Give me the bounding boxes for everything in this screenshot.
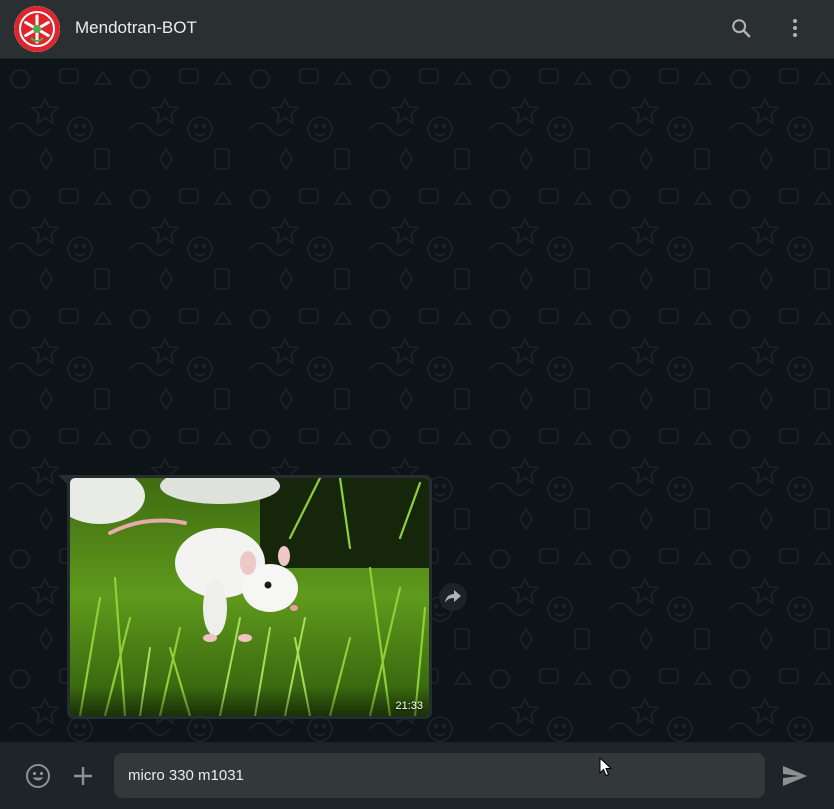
message-image[interactable]: 21:33 — [70, 478, 429, 716]
composer — [0, 742, 834, 809]
mendotran-logo-icon — [14, 6, 60, 52]
message-pane: 21:33 — [0, 59, 834, 742]
message-input-box[interactable] — [114, 753, 765, 798]
forward-button[interactable] — [439, 583, 467, 611]
search-icon — [732, 19, 751, 38]
mouse-cursor-icon — [599, 757, 613, 777]
chat-window: Mendotran-BOT 21:33 micro 330 m1031 — [0, 0, 834, 809]
message-time: 21:33 — [395, 700, 423, 712]
chat-header: Mendotran-BOT — [0, 0, 834, 59]
send-button[interactable] — [780, 761, 810, 791]
emoji-button[interactable] — [23, 761, 53, 791]
kebab-menu-icon — [793, 19, 797, 37]
attach-button[interactable] — [68, 761, 98, 791]
plus-icon — [74, 767, 92, 785]
image-message-bubble[interactable]: 21:33 — [67, 475, 432, 719]
menu-button[interactable] — [779, 12, 811, 44]
send-icon — [783, 766, 807, 786]
forward-icon — [445, 590, 461, 603]
contact-name[interactable]: Mendotran-BOT — [75, 18, 197, 38]
image-shade — [70, 686, 429, 716]
message-input[interactable] — [128, 767, 751, 784]
search-button[interactable] — [725, 12, 757, 44]
emoji-icon — [26, 764, 50, 788]
white-rat-photo — [70, 478, 429, 716]
avatar[interactable] — [14, 6, 60, 52]
